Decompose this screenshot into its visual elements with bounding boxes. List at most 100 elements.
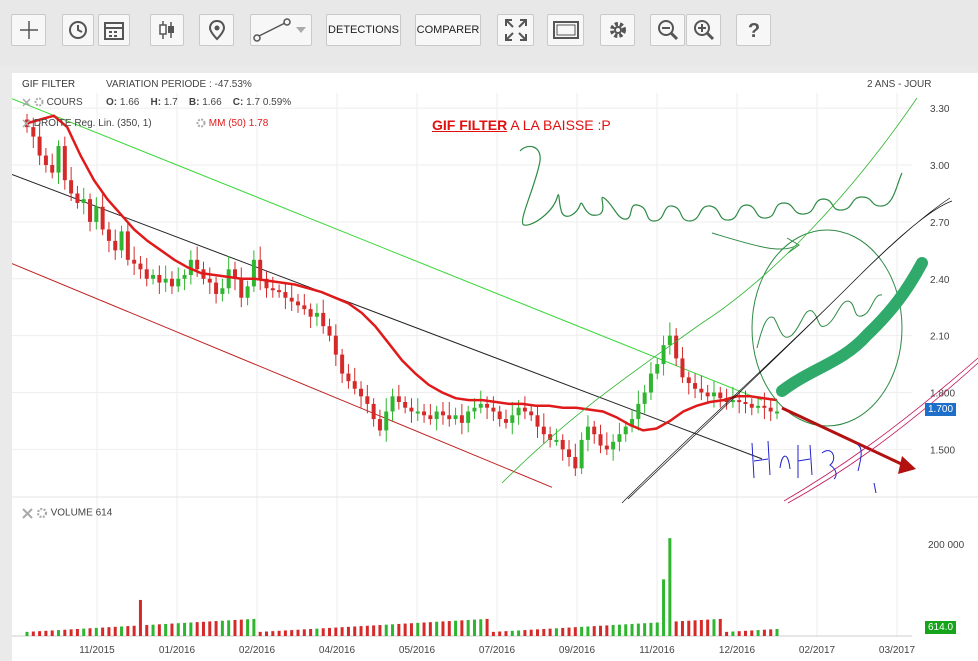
frame-icon <box>552 21 579 39</box>
close-label: C: <box>232 97 244 108</box>
calendar-icon <box>104 22 124 40</box>
comparer-button[interactable]: COMPARER <box>415 14 481 46</box>
volume-bar <box>649 622 653 636</box>
volume-bar <box>756 630 760 636</box>
candle-body <box>157 274 162 283</box>
volume-bar <box>775 628 779 636</box>
candle-body <box>699 388 704 393</box>
candle-body <box>403 402 408 408</box>
gear-icon[interactable] <box>34 97 44 107</box>
line-tool-button[interactable] <box>250 14 312 46</box>
candle-body <box>88 199 93 222</box>
marker-button[interactable] <box>199 14 234 46</box>
droite-legend: DROITE Reg. Lin. (350, 1) <box>22 118 152 129</box>
dropdown-arrow-icon[interactable] <box>293 22 309 38</box>
candle-body <box>775 411 779 414</box>
volume-bar <box>315 628 319 636</box>
candle-body <box>125 231 130 260</box>
candle-body <box>516 407 521 416</box>
candle-body <box>693 383 698 389</box>
frame-button[interactable] <box>547 14 584 46</box>
candle-body <box>119 231 124 251</box>
gear-icon[interactable] <box>196 118 206 128</box>
calendar-button[interactable] <box>98 14 130 46</box>
candle-body <box>396 396 401 403</box>
volume-bar <box>359 626 363 636</box>
candle-body <box>497 411 502 420</box>
volume-bar <box>365 625 369 636</box>
volume-bar <box>384 624 388 636</box>
candle-body <box>390 396 395 412</box>
candle-body <box>69 180 74 194</box>
candle-body <box>768 407 773 412</box>
volume-bar <box>113 626 117 636</box>
volume-bar <box>246 619 250 636</box>
chart-canvas[interactable]: 3.303.002.702.402.101.8001.50011/2015 01/… <box>12 73 978 661</box>
volume-bar <box>88 628 92 636</box>
x-tick-label: 11/2016 <box>639 645 675 656</box>
candle-body <box>321 312 326 327</box>
volume-bar <box>680 621 684 636</box>
zoom-out-button[interactable] <box>650 14 685 46</box>
open-label: O: <box>106 97 118 108</box>
candlestick-button[interactable] <box>150 14 184 46</box>
volume-bar <box>454 620 458 636</box>
volume-bar <box>302 629 306 636</box>
close-icon[interactable] <box>22 98 31 107</box>
history-button[interactable] <box>62 14 94 46</box>
volume-bar <box>643 623 647 636</box>
volume-bar <box>624 624 628 636</box>
volume-bar <box>57 630 61 636</box>
candle-body <box>308 309 313 317</box>
down-arrow-head <box>898 456 916 474</box>
volume-bar <box>548 628 552 636</box>
volume-bar <box>50 630 54 636</box>
candle-body <box>258 259 263 279</box>
candle-body <box>485 403 490 408</box>
volume-bar <box>264 631 268 636</box>
volume-bar <box>227 620 231 636</box>
ma-value: 1.78 <box>248 118 269 129</box>
settings-button[interactable] <box>600 14 635 46</box>
candle-body <box>749 403 754 408</box>
volume-bar <box>731 631 735 636</box>
candle-body <box>680 358 685 378</box>
candle-body <box>352 381 357 389</box>
volume-bar <box>491 631 495 636</box>
zoom-in-button[interactable] <box>686 14 721 46</box>
close-icon[interactable] <box>22 119 31 128</box>
crosshair-button[interactable] <box>11 14 46 46</box>
cours-label: COURS <box>46 97 83 108</box>
volume-bar <box>472 619 476 636</box>
candle-body <box>346 373 351 382</box>
volume-bar <box>321 628 325 636</box>
volume-bar <box>183 622 187 636</box>
fullscreen-button[interactable] <box>497 14 534 46</box>
candle-body <box>466 411 471 423</box>
volume-bar <box>655 622 659 636</box>
volume-bar <box>346 626 350 636</box>
volume-bar <box>769 629 773 636</box>
volume-bar <box>567 627 571 636</box>
help-button[interactable]: ? <box>736 14 771 46</box>
moving-average-line <box>26 114 778 432</box>
volume-bar <box>101 627 105 636</box>
candle-body <box>289 297 294 302</box>
volume-bar <box>460 620 464 636</box>
candle-body <box>617 434 622 442</box>
detections-button[interactable]: DETECTIONS <box>326 14 401 46</box>
gear-icon[interactable] <box>36 507 48 519</box>
volume-bar <box>372 625 376 636</box>
ma-label: MM (50) <box>208 118 247 129</box>
candle-body <box>365 396 370 404</box>
volume-bar <box>145 625 149 636</box>
volume-bar <box>151 624 155 636</box>
volume-bar <box>271 631 275 636</box>
candle-body <box>510 415 515 423</box>
ma-legend: MM (50) 1.78 <box>196 118 268 129</box>
close-icon[interactable] <box>22 507 33 519</box>
volume-bar <box>605 625 609 636</box>
candle-body <box>195 259 200 270</box>
annotation-title: GIF FILTER <box>432 117 508 133</box>
x-tick-label: 05/2016 <box>399 645 436 656</box>
